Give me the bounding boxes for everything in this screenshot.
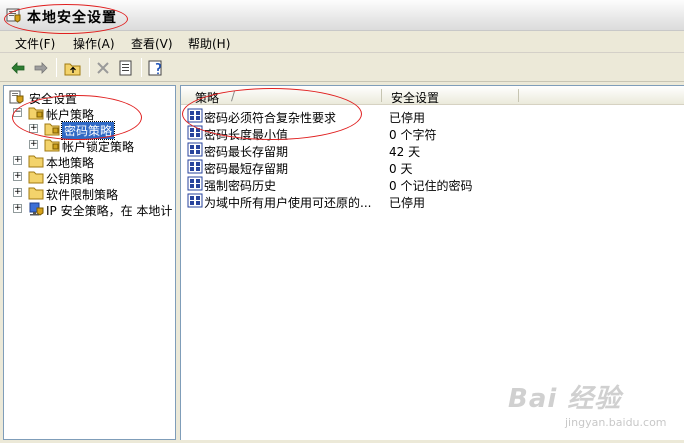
folder-icon [44,123,60,136]
ip-security-icon [29,202,44,216]
tree-item-software-restriction-policies[interactable]: + 软件限制策略 [13,185,173,202]
column-divider[interactable] [518,89,519,102]
expand-icon[interactable]: + [13,172,22,181]
forward-arrow-icon [34,62,48,74]
table-row[interactable]: 为域中所有用户使用可还原的... 已停用 [181,192,684,210]
policy-icon [187,108,203,123]
security-settings-icon [9,90,24,104]
folder-icon [28,187,44,200]
policy-icon [187,193,203,208]
policy-icon [187,125,203,140]
properties-icon [119,60,132,76]
up-one-level-button[interactable] [62,57,84,79]
help-icon [148,60,162,76]
delete-button[interactable] [92,57,114,79]
toolbar-separator [141,58,142,77]
policy-icon [187,142,203,157]
list-header: 策略 / 安全设置 [181,86,684,105]
expand-icon[interactable]: + [29,124,38,133]
tree-item-account-lockout-policy[interactable]: + 帐户锁定策略 [29,137,174,154]
policy-icon [187,176,203,191]
toolbar-separator [89,58,90,77]
table-row[interactable]: 强制密码历史 0 个记住的密码 [181,175,684,193]
column-divider[interactable] [381,89,382,102]
folder-icon [44,139,60,152]
menu-help[interactable]: 帮助(H) [188,35,230,52]
toolbar-separator [56,58,57,77]
tree-item-account-policies[interactable]: − 帐户策略 [13,105,173,122]
folder-open-icon [28,107,44,120]
title-bar: 本地安全设置 [0,0,684,31]
menu-action[interactable]: 操作(A) [73,35,115,52]
policy-setting: 已停用 [389,196,426,210]
toolbar [0,53,684,82]
folder-icon [28,171,44,184]
folder-icon [28,155,44,168]
back-arrow-icon [11,62,25,74]
tree-item-password-policy[interactable]: + 密码策略 [29,121,169,140]
baidu-watermark-logo: Bai 经验 [508,384,622,414]
sort-indicator: / [231,89,236,103]
expand-icon[interactable]: + [13,188,22,197]
up-folder-icon [64,63,81,76]
table-row[interactable]: 密码长度最小值 0 个字符 [181,124,684,142]
policy-icon [187,159,203,174]
menu-view[interactable]: 查看(V) [131,35,173,52]
window-title: 本地安全设置 [27,10,117,26]
column-header-security-setting[interactable]: 安全设置 [391,89,439,106]
policy-name: 为域中所有用户使用可还原的... [204,196,372,210]
back-button[interactable] [7,57,29,79]
tree-label: IP 安全策略，在 本地计 [46,204,173,218]
column-header-policy[interactable]: 策略 [195,89,219,106]
expand-icon[interactable]: + [29,140,38,149]
help-button[interactable] [146,57,168,79]
table-row[interactable]: 密码最短存留期 0 天 [181,158,684,176]
properties-button[interactable] [115,57,137,79]
tree-item-security-settings[interactable]: 安全设置 [9,89,169,106]
tree-item-public-key-policies[interactable]: + 公钥策略 [13,169,173,186]
delete-icon [97,62,109,74]
console-tree: 安全设置 − 帐户策略 + 密码策略 + 帐户锁定策略 + 本地策略 + 公钥策… [3,85,176,440]
local-security-settings-icon [6,8,21,23]
tree-item-ip-security-policies[interactable]: + IP 安全策略，在 本地计 [13,201,175,218]
table-row[interactable]: 密码必须符合复杂性要求 已停用 [181,107,684,125]
tree-item-local-policies[interactable]: + 本地策略 [13,153,173,170]
collapse-icon[interactable]: − [13,108,22,117]
forward-button[interactable] [30,57,52,79]
expand-icon[interactable]: + [13,204,22,213]
menu-file[interactable]: 文件(F) [15,35,55,52]
menu-bar: 文件(F) 操作(A) 查看(V) 帮助(H) [0,31,684,53]
baidu-watermark-url: jingyan.baidu.com [565,416,667,429]
table-row[interactable]: 密码最长存留期 42 天 [181,141,684,159]
expand-icon[interactable]: + [13,156,22,165]
